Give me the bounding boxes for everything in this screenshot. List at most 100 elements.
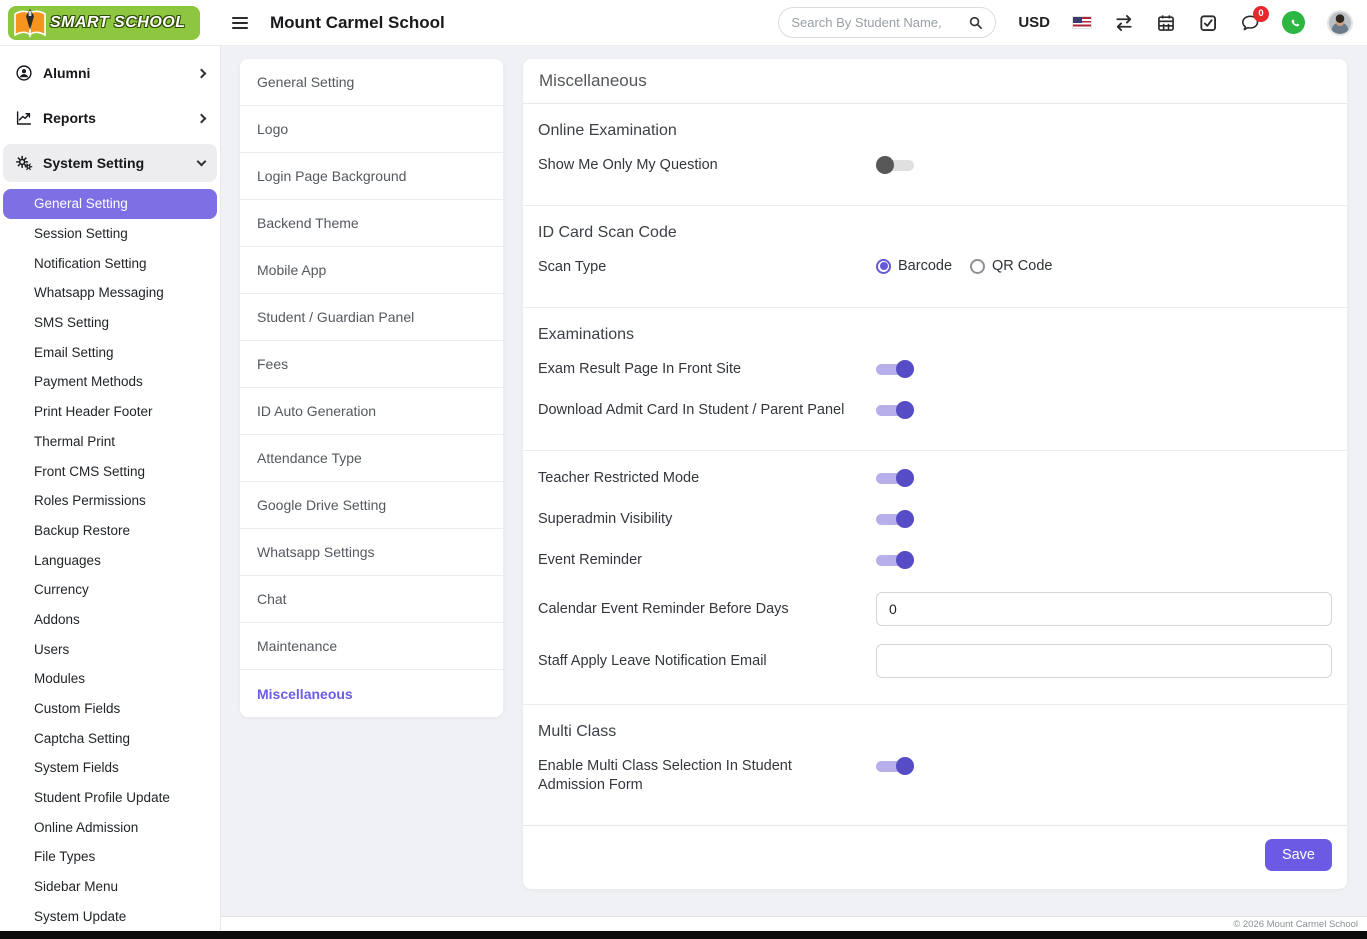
sidebar-submenu-item[interactable]: Languages xyxy=(3,545,217,575)
student-search[interactable] xyxy=(778,7,996,38)
settings-nav-label: Maintenance xyxy=(257,638,337,654)
setting-input[interactable] xyxy=(876,592,1332,626)
school-name-title: Mount Carmel School xyxy=(270,13,445,33)
sidebar-submenu-item[interactable]: Addons xyxy=(3,605,217,635)
settings-nav-item[interactable]: Maintenance xyxy=(240,623,503,670)
sidebar-item-label: Reports xyxy=(43,110,96,126)
chat-bubble-icon[interactable]: 0 xyxy=(1240,13,1260,33)
settings-nav-item[interactable]: Miscellaneous xyxy=(240,670,503,717)
sidebar-submenu-item[interactable]: Session Setting xyxy=(3,219,217,249)
sidebar-submenu-item[interactable]: Custom Fields xyxy=(3,694,217,724)
user-avatar[interactable] xyxy=(1327,10,1353,36)
sidebar-submenu-label: Addons xyxy=(34,612,80,627)
settings-nav-item[interactable]: Mobile App xyxy=(240,247,503,294)
sidebar-submenu-item[interactable]: Student Profile Update xyxy=(3,783,217,813)
settings-nav-item[interactable]: Whatsapp Settings xyxy=(240,529,503,576)
sidebar-submenu-item[interactable]: Sidebar Menu xyxy=(3,872,217,902)
setting-row: Teacher Restricted Mode xyxy=(538,469,1332,488)
setting-row: Download Admit Card In Student / Parent … xyxy=(538,401,1332,420)
sidebar-submenu-item[interactable]: Payment Methods xyxy=(3,367,217,397)
settings-nav-item[interactable]: General Setting xyxy=(240,59,503,106)
sidebar-submenu-label: Backup Restore xyxy=(34,523,130,538)
sidebar-item-reports[interactable]: Reports xyxy=(3,99,217,137)
sidebar-submenu-label: Session Setting xyxy=(34,226,128,241)
swap-arrows-icon[interactable] xyxy=(1114,13,1134,33)
toggle-switch[interactable] xyxy=(876,156,914,174)
task-check-icon[interactable] xyxy=(1198,13,1218,33)
toggle-switch[interactable] xyxy=(876,551,914,569)
hamburger-menu-icon[interactable] xyxy=(232,17,248,29)
sidebar-submenu-label: Languages xyxy=(34,553,101,568)
smart-school-logo[interactable]: SMART SCHOOL xyxy=(8,6,200,40)
settings-nav-item[interactable]: Fees xyxy=(240,341,503,388)
setting-row: Staff Apply Leave Notification Email xyxy=(538,644,1332,678)
setting-label: Calendar Event Reminder Before Days xyxy=(538,600,876,619)
sidebar-submenu-item[interactable]: Notification Setting xyxy=(3,248,217,278)
chevron-right-icon xyxy=(197,68,207,78)
logo-text: SMART SCHOOL xyxy=(50,14,185,32)
sidebar-submenu-item[interactable]: Captcha Setting xyxy=(3,723,217,753)
sidebar-submenu-item[interactable]: Thermal Print xyxy=(3,427,217,457)
sidebar-submenu-item[interactable]: Whatsapp Messaging xyxy=(3,278,217,308)
radio-option[interactable]: Barcode xyxy=(876,258,952,274)
sidebar-submenu-item[interactable]: System Fields xyxy=(3,753,217,783)
settings-nav-label: Backend Theme xyxy=(257,215,359,231)
us-flag-icon[interactable] xyxy=(1072,16,1092,29)
settings-nav-label: Attendance Type xyxy=(257,450,362,466)
section-heading: Multi Class xyxy=(538,723,1332,741)
sidebar-submenu-item[interactable]: System Update xyxy=(3,902,217,932)
sidebar-submenu-item[interactable]: Email Setting xyxy=(3,337,217,367)
settings-nav-item[interactable]: Login Page Background xyxy=(240,153,503,200)
settings-nav-item[interactable]: Attendance Type xyxy=(240,435,503,482)
page-title: Miscellaneous xyxy=(523,59,1347,104)
sidebar-submenu-label: Currency xyxy=(34,582,89,597)
notification-badge: 0 xyxy=(1253,6,1269,22)
toggle-switch[interactable] xyxy=(876,469,914,487)
setting-label: Staff Apply Leave Notification Email xyxy=(538,652,876,671)
toggle-knob xyxy=(896,757,914,775)
settings-section: ID Card Scan Code Scan Type Barcode QR C… xyxy=(538,206,1332,307)
sidebar-submenu-item[interactable]: Backup Restore xyxy=(3,516,217,546)
settings-nav-item[interactable]: Student / Guardian Panel xyxy=(240,294,503,341)
settings-nav-label: General Setting xyxy=(257,74,354,90)
settings-nav-item[interactable]: Logo xyxy=(240,106,503,153)
sidebar-submenu-item[interactable]: SMS Setting xyxy=(3,308,217,338)
setting-row: Superadmin Visibility xyxy=(538,510,1332,529)
settings-nav-item[interactable]: Backend Theme xyxy=(240,200,503,247)
radio-option[interactable]: QR Code xyxy=(970,258,1052,274)
sidebar-submenu-item[interactable]: Roles Permissions xyxy=(3,486,217,516)
sidebar-submenu-item[interactable]: Modules xyxy=(3,664,217,694)
sidebar-item-alumni[interactable]: Alumni xyxy=(3,54,217,92)
setting-label: Event Reminder xyxy=(538,551,876,570)
sidebar-submenu-item[interactable]: Online Admission xyxy=(3,812,217,842)
sidebar-submenu-item[interactable]: Print Header Footer xyxy=(3,397,217,427)
sidebar-submenu-item[interactable]: Users xyxy=(3,634,217,664)
toggle-switch[interactable] xyxy=(876,360,914,378)
search-icon[interactable] xyxy=(968,15,983,30)
sidebar-submenu: General Setting Session Setting Notifica… xyxy=(3,189,217,931)
sidebar-submenu-item[interactable]: Currency xyxy=(3,575,217,605)
calendar-icon[interactable] xyxy=(1156,13,1176,33)
sidebar-submenu-item[interactable]: General Setting xyxy=(3,189,217,219)
sidebar-item-system-setting[interactable]: System Setting xyxy=(3,144,217,182)
gears-icon xyxy=(15,154,33,172)
toggle-switch[interactable] xyxy=(876,757,914,775)
sidebar-submenu-item[interactable]: Front CMS Setting xyxy=(3,456,217,486)
alumni-icon xyxy=(15,64,33,82)
currency-label[interactable]: USD xyxy=(1018,14,1050,31)
settings-nav-item[interactable]: Google Drive Setting xyxy=(240,482,503,529)
search-input[interactable] xyxy=(791,15,968,30)
radio-group: Barcode QR Code xyxy=(876,258,1052,274)
setting-row: Scan Type Barcode QR Code xyxy=(538,258,1332,277)
setting-input[interactable] xyxy=(876,644,1332,678)
sidebar-submenu-item[interactable]: File Types xyxy=(3,842,217,872)
save-button[interactable]: Save xyxy=(1265,839,1332,871)
settings-section: Teacher Restricted Mode Superadmin Visib… xyxy=(538,451,1332,704)
toggle-switch[interactable] xyxy=(876,510,914,528)
whatsapp-icon[interactable] xyxy=(1282,11,1305,34)
settings-nav-item[interactable]: ID Auto Generation xyxy=(240,388,503,435)
app-window: SMART SCHOOL Mount Carmel School USD xyxy=(0,0,1367,939)
sidebar-submenu-label: Front CMS Setting xyxy=(34,464,145,479)
toggle-switch[interactable] xyxy=(876,401,914,419)
settings-nav-item[interactable]: Chat xyxy=(240,576,503,623)
